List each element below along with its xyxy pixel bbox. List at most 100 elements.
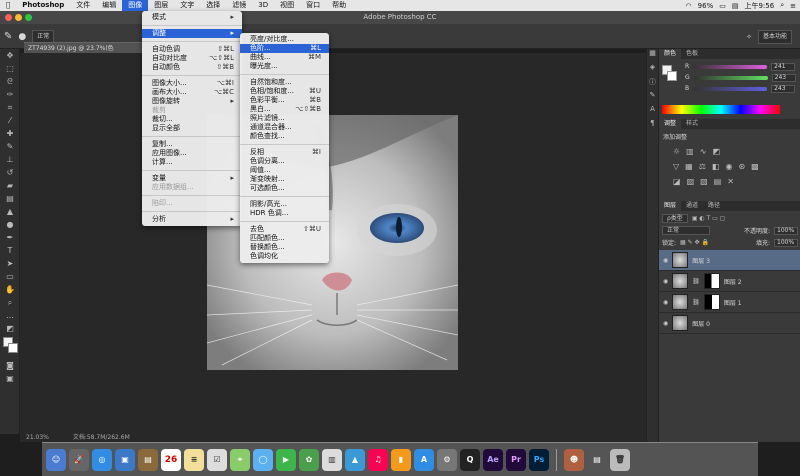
appstore-icon[interactable]: A	[414, 448, 434, 471]
preview-icon[interactable]: ▣	[115, 448, 135, 471]
image-menu-item[interactable]: 复制...	[142, 140, 242, 149]
layer-thumbnail[interactable]	[672, 273, 689, 289]
default-colors-icon[interactable]: ◩	[0, 322, 20, 335]
battery-value[interactable]: 96%	[698, 2, 714, 10]
adjust-menu-item[interactable]: 自然饱和度...	[240, 78, 329, 87]
tab-styles[interactable]: 样式	[681, 119, 703, 129]
flag-icon[interactable]: ▤	[732, 2, 739, 10]
filter-icons[interactable]: ▣ ◐ T ▭ ▢	[692, 215, 726, 222]
list-icon[interactable]: ≡	[790, 2, 796, 10]
screen-mode-icon[interactable]: ▣	[0, 372, 20, 385]
image-menu-item[interactable]: 显示全部	[142, 124, 242, 133]
layer-filter-select[interactable]: ρ类型	[662, 214, 688, 223]
levels-icon[interactable]: ▥	[686, 147, 694, 156]
visibility-eye-icon[interactable]: ◉	[663, 278, 668, 285]
numbers-icon[interactable]: ▥	[322, 448, 342, 471]
lasso-tool-icon[interactable]: ᘓ	[0, 75, 20, 88]
move-tool-icon[interactable]: ✥	[0, 49, 20, 62]
history-icon[interactable]: ▦	[647, 49, 658, 63]
adjust-menu-item[interactable]: 色阶... ⌘L	[240, 44, 329, 53]
hand-icon[interactable]: ✋	[0, 283, 20, 296]
eraser-icon[interactable]: ▰	[0, 179, 20, 192]
link-icon[interactable]: ⛓	[692, 278, 700, 285]
gradient-icon[interactable]: ▤	[0, 192, 20, 205]
brush-size-icon[interactable]: ●	[18, 32, 26, 42]
adjust-menu-item[interactable]: 颜色查找...	[240, 132, 329, 141]
reminders-icon[interactable]: ☑	[207, 448, 227, 471]
layer-mask-thumbnail[interactable]	[703, 294, 720, 310]
notes-icon[interactable]: ≡	[184, 448, 204, 471]
character-icon[interactable]: A	[647, 105, 658, 119]
posterize-icon[interactable]: ▨	[687, 177, 695, 186]
menu-file[interactable]: 文件	[70, 0, 96, 11]
blend-mode-select[interactable]: 正常	[662, 226, 710, 235]
color-spectrum[interactable]	[662, 105, 780, 114]
adjust-menu-item[interactable]: 匹配颜色...	[240, 234, 329, 243]
info-icon[interactable]: ⓘ	[647, 77, 658, 91]
doc-size[interactable]: 文档:58.7M/262.6M	[73, 434, 130, 441]
image-menu-item[interactable]: 自动对比度 ⌥⇧⌘L	[142, 54, 242, 63]
image-menu-item[interactable]: 模式 ▸	[142, 13, 242, 22]
adjust-menu-item[interactable]: 曲线... ⌘M	[240, 53, 329, 62]
layer-mask-thumbnail[interactable]	[703, 273, 720, 289]
channel-slider[interactable]	[693, 75, 768, 80]
gradient-map-icon[interactable]: ▤	[714, 177, 722, 186]
menu-layer[interactable]: 图层	[148, 0, 174, 11]
zoom-level[interactable]: 21.03%	[26, 434, 49, 441]
image-menu-item[interactable]: 变量 ▸	[142, 174, 242, 183]
threshold-icon[interactable]: ▧	[700, 177, 708, 186]
zoom-icon[interactable]	[25, 14, 32, 21]
lookup-icon[interactable]: ▩	[751, 162, 759, 171]
selective-icon[interactable]: ✕	[727, 177, 734, 186]
launchpad-icon[interactable]: 🚀	[69, 448, 89, 471]
visibility-eye-icon[interactable]: ◉	[663, 257, 668, 264]
tab-color[interactable]: 颜色	[659, 49, 682, 59]
brush-tool-icon[interactable]: ✎	[4, 31, 12, 42]
lock-icons[interactable]: ▦ ✎ ✥ 🔒	[680, 239, 709, 246]
tab-channels[interactable]: 通道	[681, 201, 703, 211]
music-icon[interactable]: ♫	[368, 448, 388, 471]
shape-icon[interactable]: ▭	[0, 270, 20, 283]
exposure-icon[interactable]: ◩	[712, 147, 720, 156]
calendar-icon[interactable]: 26	[161, 448, 181, 471]
adjust-menu-item[interactable]: 替换颜色...	[240, 243, 329, 252]
image-menu-item[interactable]: 自动色调 ⇧⌘L	[142, 45, 242, 54]
color-swatches[interactable]	[0, 335, 20, 359]
adjust-menu-item[interactable]: HDR 色调...	[240, 209, 329, 218]
layer-thumbnail[interactable]	[672, 294, 689, 310]
opacity-input[interactable]: 100%	[774, 226, 798, 235]
menu-image[interactable]: 图像	[122, 0, 149, 11]
trash-icon[interactable]: 🗑	[610, 448, 630, 471]
quicktime-icon[interactable]: Q	[460, 448, 480, 471]
marquee-tool-icon[interactable]: ⬚	[0, 62, 20, 75]
contacts-icon[interactable]: ▤	[138, 448, 158, 471]
image-menu-item[interactable]: 计算...	[142, 158, 242, 167]
adjust-menu-item[interactable]: 照片滤镜...	[240, 114, 329, 123]
menu-window[interactable]: 窗口	[300, 0, 326, 11]
brush-icon[interactable]: ✎	[0, 140, 20, 153]
adjust-menu-item[interactable]: 渐变映射...	[240, 175, 329, 184]
photoshop-icon[interactable]: Ps	[529, 448, 549, 471]
wifi-icon[interactable]: ◠	[686, 2, 692, 10]
invert-icon[interactable]: ◪	[673, 177, 681, 186]
menu-filter[interactable]: 滤镜	[226, 0, 252, 11]
eyedropper-icon[interactable]: ⁄	[0, 114, 20, 127]
workspace-select[interactable]: 基本功能	[757, 29, 792, 44]
image-menu-item[interactable]: 自动颜色 ⇧⌘B	[142, 63, 242, 72]
adjust-menu-item[interactable]: 通道混合器...	[240, 123, 329, 132]
layer-row[interactable]: ◉ 图层 3	[659, 250, 800, 271]
books-icon[interactable]: ▮	[391, 448, 411, 471]
balance-icon[interactable]: ⚖	[699, 162, 706, 171]
properties-icon[interactable]: ◈	[647, 63, 658, 77]
path-select-icon[interactable]: ➤	[0, 257, 20, 270]
adjust-menu-item[interactable]: 曝光度...	[240, 62, 329, 71]
layer-thumbnail[interactable]	[672, 315, 689, 331]
crop-tool-icon[interactable]: ⌗	[0, 101, 20, 114]
healing-icon[interactable]: ✚	[0, 127, 20, 140]
adjust-menu-item[interactable]: 阈值...	[240, 166, 329, 175]
dodge-icon[interactable]: ●	[0, 218, 20, 231]
menu-type[interactable]: 文字	[174, 0, 200, 11]
fill-input[interactable]: 100%	[774, 238, 798, 247]
zoom-tool-icon[interactable]: ⌕	[0, 296, 20, 309]
menu-view[interactable]: 视图	[274, 0, 300, 11]
